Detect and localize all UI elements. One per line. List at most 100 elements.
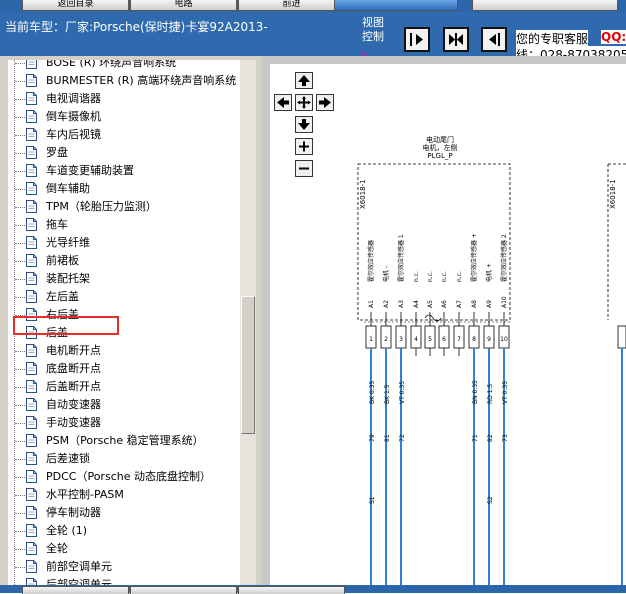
tree-item-label: 电视调谐器 bbox=[46, 92, 101, 105]
tree-item[interactable]: 电机断开点 bbox=[8, 342, 240, 360]
document-icon bbox=[26, 344, 37, 357]
tree-item[interactable]: 罗盘 bbox=[8, 144, 240, 162]
tree-item[interactable]: 装配托架 bbox=[8, 270, 240, 288]
wire-number-label: 71 bbox=[472, 434, 479, 442]
pin-number: 8 bbox=[472, 336, 476, 343]
view-right-panel-button[interactable] bbox=[404, 27, 430, 52]
tree-item[interactable]: 水平控制-PASM bbox=[8, 486, 240, 504]
pan-down-button[interactable] bbox=[295, 116, 313, 133]
pin-function-label: 电机 + bbox=[485, 263, 493, 282]
arrow-left-icon bbox=[277, 97, 289, 108]
tree-item-label: 前部空调单元 bbox=[46, 560, 112, 573]
tree-item-label: 停车制动器 bbox=[46, 506, 101, 519]
zoom-out-button[interactable] bbox=[295, 160, 313, 177]
tree-item[interactable]: BOSE (R) 环绕声音响系统 bbox=[8, 60, 240, 72]
vehicle-prefix: 当前车型： bbox=[5, 20, 66, 34]
tree-item[interactable]: BURMESTER (R) 高端环绕声音响系统 bbox=[8, 72, 240, 90]
tree-item[interactable]: 左后盖 bbox=[8, 288, 240, 306]
tree-branch-line bbox=[15, 81, 25, 82]
splice-label: S1 bbox=[369, 496, 376, 504]
circuit-button[interactable]: 电路 bbox=[130, 0, 237, 11]
tree-branch-line bbox=[15, 135, 25, 136]
view-split-button[interactable] bbox=[443, 27, 469, 52]
tree-item[interactable]: 手动变速器 bbox=[8, 414, 240, 432]
document-icon bbox=[26, 110, 37, 123]
tree-item[interactable]: 光导纤维 bbox=[8, 234, 240, 252]
pin-function-label: n.c. bbox=[413, 271, 420, 282]
tree-item[interactable]: 底盘断开点 bbox=[8, 360, 240, 378]
forward-button[interactable]: 前进 bbox=[238, 0, 345, 11]
document-icon bbox=[26, 452, 37, 465]
component-title: 电动尾门 bbox=[426, 135, 454, 144]
tree-item[interactable]: 前部空调单元 bbox=[8, 558, 240, 576]
back-to-catalog-button[interactable]: 返回目录 bbox=[22, 0, 129, 11]
document-icon bbox=[26, 92, 37, 105]
pan-center-button[interactable] bbox=[295, 94, 313, 111]
tree-item-label: PDCC（Porsche 动态底盘控制） bbox=[46, 470, 211, 483]
pin-function-label: 霍尔效应传感器 2 bbox=[500, 234, 508, 282]
pin-code-label: A8 bbox=[471, 300, 478, 308]
tree-item-label: 后盖断开点 bbox=[46, 380, 101, 393]
document-icon bbox=[26, 578, 37, 585]
tree-item-label: 拖车 bbox=[46, 218, 68, 231]
vehicle-name: 厂家:Porsche(保时捷)卡宴92A2013- bbox=[65, 20, 268, 34]
tree-item[interactable]: 后部空调单元 bbox=[8, 576, 240, 585]
tree-branch-line bbox=[15, 423, 25, 424]
document-icon bbox=[26, 380, 37, 393]
tree-item[interactable]: 电视调谐器 bbox=[8, 90, 240, 108]
tree-branch-line bbox=[15, 369, 25, 370]
tree-scrollbar-thumb[interactable] bbox=[241, 296, 255, 434]
tree-item-label: 倒车摄像机 bbox=[46, 110, 101, 123]
tree-item-label: 左后盖 bbox=[46, 290, 79, 303]
tree-item-label: PSM（Porsche 稳定管理系统） bbox=[46, 434, 204, 447]
tree-item[interactable]: 倒车摄像机 bbox=[8, 108, 240, 126]
tree-item[interactable]: 倒车辅助 bbox=[8, 180, 240, 198]
pan-left-button[interactable] bbox=[274, 94, 292, 111]
pin-code-label: A7 bbox=[456, 300, 463, 308]
tree-item[interactable]: 拖车 bbox=[8, 216, 240, 234]
tree-item[interactable]: 后差速锁 bbox=[8, 450, 240, 468]
tree-item[interactable]: 停车制动器 bbox=[8, 504, 240, 522]
view-left-panel-button[interactable] bbox=[481, 27, 507, 52]
right-tab-button[interactable] bbox=[472, 0, 618, 11]
wire-code-label: RD 1.5 bbox=[487, 384, 494, 404]
tree-item[interactable]: 前裙板 bbox=[8, 252, 240, 270]
document-icon bbox=[26, 434, 37, 447]
tree-item-label: 全轮 bbox=[46, 542, 68, 555]
pin-function-label: 霍尔效应传感器 1 bbox=[397, 234, 405, 282]
wire-code-label: BK 0.35 bbox=[369, 381, 376, 405]
pin-code-label: A9 bbox=[486, 300, 493, 308]
document-icon bbox=[26, 254, 37, 267]
tree-item[interactable]: 车道变更辅助装置 bbox=[8, 162, 240, 180]
document-icon bbox=[26, 146, 37, 159]
tree-item[interactable]: 全轮 (1) bbox=[8, 522, 240, 540]
current-vehicle: 当前车型：厂家:Porsche(保时捷)卡宴92A2013- bbox=[5, 18, 268, 35]
pin-function-label: n.c. bbox=[441, 271, 448, 282]
pin-number: 2 bbox=[384, 336, 388, 343]
tree-item[interactable]: TPM（轮胎压力监测） bbox=[8, 198, 240, 216]
tree-item[interactable]: 全轮 bbox=[8, 540, 240, 558]
tree-item[interactable]: 后盖断开点 bbox=[8, 378, 240, 396]
pan-right-button[interactable] bbox=[316, 94, 334, 111]
pin-code-label: A4 bbox=[413, 300, 420, 308]
tree-branch-line bbox=[15, 567, 25, 568]
tree-item-label: 前裙板 bbox=[46, 254, 79, 267]
tree-item-label: 光导纤维 bbox=[46, 236, 90, 249]
active-tab-button[interactable] bbox=[334, 0, 458, 11]
service-text: 您的专职客服 bbox=[516, 30, 589, 47]
tree-item[interactable]: PSM（Porsche 稳定管理系统） bbox=[8, 432, 240, 450]
zoom-in-button[interactable] bbox=[295, 138, 313, 155]
arrow-down-icon bbox=[298, 119, 310, 130]
arrow-right-icon bbox=[319, 97, 331, 108]
pin-code-label: A10 bbox=[501, 296, 508, 308]
arrow-right-bar-icon bbox=[410, 33, 423, 46]
tree-item[interactable]: 车内后视镜 bbox=[8, 126, 240, 144]
tree-item[interactable]: PDCC（Porsche 动态底盘控制） bbox=[8, 468, 240, 486]
pan-up-button[interactable] bbox=[295, 72, 313, 89]
pin-function-label: n.c. bbox=[427, 271, 434, 282]
plus-icon bbox=[299, 141, 309, 152]
pin-number: 9 bbox=[487, 336, 491, 343]
pin-number: 4 bbox=[414, 336, 418, 343]
selected-item-highlight bbox=[13, 316, 119, 335]
tree-item[interactable]: 自动变速器 bbox=[8, 396, 240, 414]
